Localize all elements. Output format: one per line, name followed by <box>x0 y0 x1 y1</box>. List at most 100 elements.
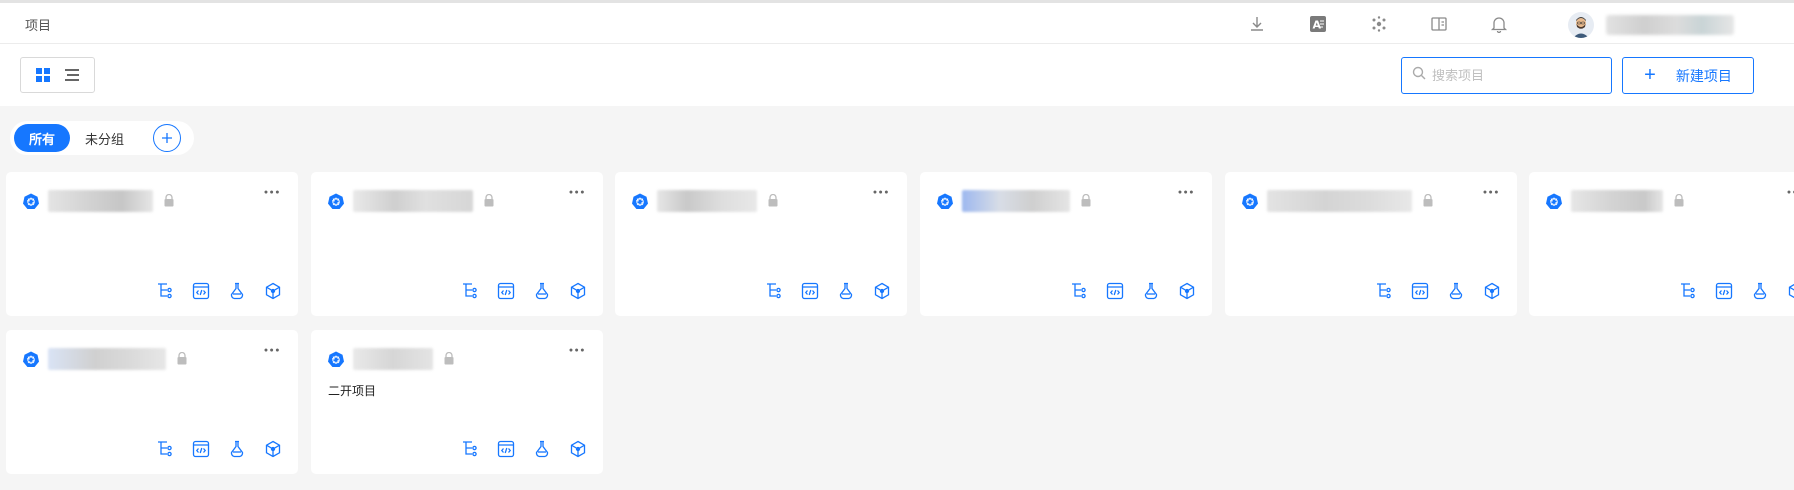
page-title: 项目 <box>25 18 52 33</box>
project-name-redacted[interactable] <box>657 190 757 212</box>
project-card[interactable]: ●●● <box>920 172 1212 316</box>
pipeline-icon[interactable] <box>1679 282 1697 300</box>
project-name-redacted[interactable] <box>48 190 153 212</box>
deploy-cube-icon[interactable] <box>264 282 282 300</box>
test-flask-icon[interactable] <box>228 440 246 458</box>
bell-icon[interactable] <box>1489 14 1509 34</box>
pipeline-icon[interactable] <box>156 440 174 458</box>
project-name-redacted[interactable] <box>353 348 433 370</box>
kubernetes-icon <box>1546 193 1562 214</box>
download-icon[interactable] <box>1247 14 1267 34</box>
translate-icon[interactable]: A <box>1308 14 1328 34</box>
deploy-cube-icon[interactable] <box>569 282 587 300</box>
lock-icon <box>483 193 495 212</box>
project-card[interactable]: ●●● <box>1225 172 1517 316</box>
lock-icon <box>767 193 779 212</box>
view-toggle <box>20 57 95 93</box>
deploy-cube-icon[interactable] <box>1787 282 1794 300</box>
more-options-icon[interactable]: ●●● <box>873 189 890 196</box>
grid-view-icon[interactable] <box>35 67 51 83</box>
card-actions <box>1070 282 1196 300</box>
more-options-icon[interactable]: ●●● <box>1787 189 1794 196</box>
more-options-icon[interactable]: ●●● <box>1178 189 1195 196</box>
deploy-cube-icon[interactable] <box>569 440 587 458</box>
card-actions <box>1679 282 1794 300</box>
project-name-redacted[interactable] <box>1267 190 1412 212</box>
card-actions <box>156 440 282 458</box>
add-group-button[interactable] <box>153 124 182 152</box>
lock-icon <box>1080 193 1092 212</box>
book-icon[interactable] <box>1429 14 1449 34</box>
project-description: 二开项目 <box>328 384 377 398</box>
test-flask-icon[interactable] <box>533 282 551 300</box>
code-icon[interactable] <box>1106 282 1124 300</box>
new-project-label: 新建项目 <box>1675 67 1732 84</box>
more-options-icon[interactable]: ●●● <box>264 189 281 196</box>
toolbar: + 新建项目 <box>0 44 1794 106</box>
kubernetes-icon <box>23 193 39 214</box>
code-icon[interactable] <box>497 282 515 300</box>
project-name-redacted[interactable] <box>962 190 1070 212</box>
project-name-redacted[interactable] <box>48 348 166 370</box>
group-tabs: 所有 未分组 <box>10 121 194 155</box>
kubernetes-icon <box>328 351 344 372</box>
test-flask-icon[interactable] <box>1142 282 1160 300</box>
project-card[interactable]: ●●● 二开项目 <box>311 330 603 474</box>
code-icon[interactable] <box>497 440 515 458</box>
deploy-cube-icon[interactable] <box>873 282 891 300</box>
test-flask-icon[interactable] <box>1447 282 1465 300</box>
lock-icon <box>176 351 188 370</box>
project-name-redacted[interactable] <box>1571 190 1663 212</box>
top-bar: 项目 A <box>0 0 1794 44</box>
pipeline-icon[interactable] <box>1070 282 1088 300</box>
code-icon[interactable] <box>1715 282 1733 300</box>
card-actions <box>156 282 282 300</box>
lock-icon <box>1673 193 1685 212</box>
code-icon[interactable] <box>192 282 210 300</box>
lock-icon <box>163 193 175 212</box>
test-flask-icon[interactable] <box>1751 282 1769 300</box>
avatar[interactable] <box>1568 12 1594 38</box>
user-name-redacted[interactable] <box>1606 15 1734 35</box>
more-options-icon[interactable]: ●●● <box>569 347 586 354</box>
pipeline-icon[interactable] <box>461 440 479 458</box>
test-flask-icon[interactable] <box>837 282 855 300</box>
kubernetes-icon <box>328 193 344 214</box>
deploy-cube-icon[interactable] <box>1483 282 1501 300</box>
pipeline-icon[interactable] <box>765 282 783 300</box>
code-icon[interactable] <box>801 282 819 300</box>
test-flask-icon[interactable] <box>533 440 551 458</box>
group-tab-ungrouped[interactable]: 未分组 <box>70 124 139 152</box>
lock-icon <box>1422 193 1434 212</box>
project-card[interactable]: ●●● <box>1529 172 1794 316</box>
group-tab-all[interactable]: 所有 <box>14 124 71 152</box>
new-project-button[interactable]: + 新建项目 <box>1622 57 1754 94</box>
project-card[interactable]: ●●● <box>6 330 298 474</box>
project-card[interactable]: ●●● <box>311 172 603 316</box>
list-view-icon[interactable] <box>64 67 80 83</box>
pipeline-icon[interactable] <box>156 282 174 300</box>
code-icon[interactable] <box>1411 282 1429 300</box>
deploy-cube-icon[interactable] <box>264 440 282 458</box>
code-icon[interactable] <box>192 440 210 458</box>
kubernetes-icon <box>23 351 39 372</box>
more-options-icon[interactable]: ●●● <box>1483 189 1500 196</box>
card-actions <box>461 440 587 458</box>
kubernetes-icon <box>937 193 953 214</box>
more-options-icon[interactable]: ●●● <box>264 347 281 354</box>
test-flask-icon[interactable] <box>228 282 246 300</box>
more-options-icon[interactable]: ●●● <box>569 189 586 196</box>
search-input[interactable] <box>1432 68 1602 83</box>
project-name-redacted[interactable] <box>353 190 473 212</box>
plus-icon: + <box>1644 64 1656 86</box>
search-box <box>1401 57 1612 94</box>
kubernetes-icon <box>632 193 648 214</box>
project-card[interactable]: ●●● <box>615 172 907 316</box>
project-card[interactable]: ●●● <box>6 172 298 316</box>
deploy-cube-icon[interactable] <box>1178 282 1196 300</box>
pipeline-icon[interactable] <box>1375 282 1393 300</box>
pipeline-icon[interactable] <box>461 282 479 300</box>
card-actions <box>765 282 891 300</box>
cluster-icon[interactable] <box>1369 14 1389 34</box>
search-icon <box>1412 66 1426 85</box>
